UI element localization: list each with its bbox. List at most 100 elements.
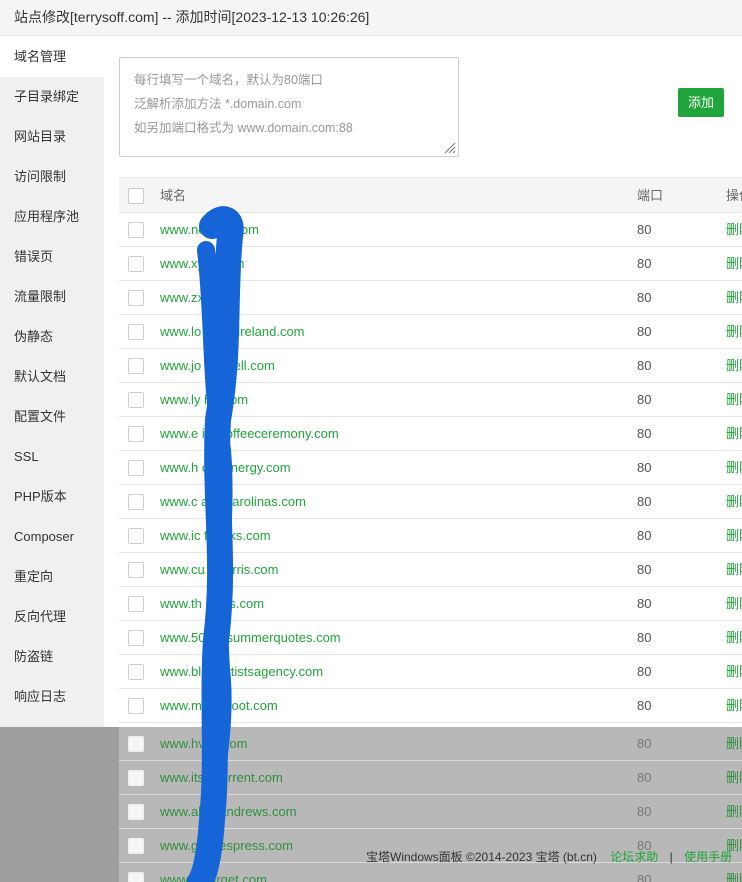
- delete-link[interactable]: 删除: [726, 519, 742, 553]
- resize-grip-icon[interactable]: [444, 142, 456, 154]
- domain-link: www.hv or.com: [160, 736, 248, 751]
- delete-link: 删除: [726, 804, 742, 819]
- row-checkbox[interactable]: [128, 698, 144, 714]
- row-checkbox[interactable]: [128, 494, 144, 510]
- delete-link: 删除: [726, 872, 742, 882]
- table-row: www.zx com 80 删除: [119, 281, 742, 315]
- select-all-checkbox[interactable]: [128, 188, 144, 204]
- domain-link: www.gi onespress.com: [160, 838, 293, 853]
- delete-link[interactable]: 删除: [726, 349, 742, 383]
- table-row: www.ab standrews.com 80 删除: [119, 795, 742, 829]
- table-row: www.bl irdartistsagency.com 80 删除: [119, 655, 742, 689]
- domain-link[interactable]: www.ic fbanks.com: [160, 519, 271, 553]
- forum-help-link[interactable]: 论坛求助: [610, 850, 658, 864]
- domain-management-panel: 每行填写一个域名，默认为80端口 泛解析添加方法 *.domain.com 如另…: [104, 37, 742, 727]
- domain-link: www.its kcurrent.com: [160, 770, 283, 785]
- domain-link[interactable]: www.ly hill.com: [160, 383, 248, 417]
- footer-copyright: 宝塔Windows面板 ©2014-2023 宝塔 (bt.cn): [366, 850, 597, 864]
- sidebar-item-access-restriction[interactable]: 访问限制: [0, 157, 104, 197]
- domain-link[interactable]: www.zx com: [160, 281, 232, 315]
- sidebar-item-response-log[interactable]: 响应日志: [0, 677, 104, 717]
- port-value: 80: [637, 358, 652, 373]
- row-checkbox[interactable]: [128, 528, 144, 544]
- port-value: 80: [637, 872, 652, 882]
- table-row: www.ic fbanks.com 80 删除: [119, 519, 742, 553]
- table-row: www.ly hill.com 80 删除: [119, 383, 742, 417]
- domain-link: www.xr target.com: [160, 872, 267, 882]
- domain-link[interactable]: www.bl irdartistsagency.com: [160, 655, 323, 689]
- domain-link[interactable]: www.e iancoffeeceremony.com: [160, 417, 339, 451]
- delete-link[interactable]: 删除: [726, 621, 742, 655]
- row-checkbox[interactable]: [128, 664, 144, 680]
- row-checkbox[interactable]: [128, 324, 144, 340]
- sidebar-item-rewrite[interactable]: 伪静态: [0, 317, 104, 357]
- row-checkbox[interactable]: [128, 222, 144, 238]
- table-row: www.cu wharris.com 80 删除: [119, 553, 742, 587]
- sidebar-item-error-pages[interactable]: 错误页: [0, 237, 104, 277]
- domain-link[interactable]: www.50 sofsummerquotes.com: [160, 621, 341, 655]
- sidebar-item-config-file[interactable]: 配置文件: [0, 397, 104, 437]
- row-checkbox: [128, 770, 144, 786]
- sidebar-item-app-pool[interactable]: 应用程序池: [0, 197, 104, 237]
- delete-link[interactable]: 删除: [726, 281, 742, 315]
- domain-link[interactable]: www.cu wharris.com: [160, 553, 278, 587]
- domain-link[interactable]: www.h olarenergy.com: [160, 451, 291, 485]
- footer-separator: |: [669, 850, 673, 864]
- domain-link[interactable]: www.xy w.com: [160, 247, 245, 281]
- row-checkbox[interactable]: [128, 596, 144, 612]
- delete-link[interactable]: 删除: [726, 247, 742, 281]
- sidebar-item-domain-management[interactable]: 域名管理: [0, 37, 104, 77]
- port-value: 80: [637, 630, 652, 645]
- sidebar-item-redirect[interactable]: 重定向: [0, 557, 104, 597]
- delete-link[interactable]: 删除: [726, 417, 742, 451]
- port-value: 80: [637, 460, 652, 475]
- delete-link[interactable]: 删除: [726, 451, 742, 485]
- domain-link[interactable]: www.jo marcell.com: [160, 349, 275, 383]
- placeholder-line: 每行填写一个域名，默认为80端口: [134, 73, 323, 87]
- row-checkbox: [128, 736, 144, 752]
- row-checkbox[interactable]: [128, 392, 144, 408]
- row-checkbox[interactable]: [128, 630, 144, 646]
- sidebar-item-site-directory[interactable]: 网站目录: [0, 117, 104, 157]
- sidebar-item-composer[interactable]: Composer: [0, 517, 104, 557]
- domain-link[interactable]: www.th efiles.com: [160, 587, 264, 621]
- port-value: 80: [637, 222, 652, 237]
- port-value: 80: [637, 426, 652, 441]
- sidebar-item-subdirectory-binding[interactable]: 子目录绑定: [0, 77, 104, 117]
- table-row: www.ne nnd.com 80 删除: [119, 213, 742, 247]
- table-row: www.jo marcell.com 80 删除: [119, 349, 742, 383]
- delete-link[interactable]: 删除: [726, 553, 742, 587]
- table-row: www.e iancoffeeceremony.com 80 删除: [119, 417, 742, 451]
- delete-link[interactable]: 删除: [726, 383, 742, 417]
- row-checkbox[interactable]: [128, 290, 144, 306]
- table-row: www.50 sofsummerquotes.com 80 删除: [119, 621, 742, 655]
- delete-link[interactable]: 删除: [726, 213, 742, 247]
- delete-link[interactable]: 删除: [726, 655, 742, 689]
- sidebar-item-traffic-limit[interactable]: 流量限制: [0, 277, 104, 317]
- sidebar-item-php-version[interactable]: PHP版本: [0, 477, 104, 517]
- row-checkbox[interactable]: [128, 460, 144, 476]
- column-header-domain: 域名: [160, 188, 187, 203]
- domain-textarea[interactable]: 每行填写一个域名，默认为80端口 泛解析添加方法 *.domain.com 如另…: [119, 57, 459, 157]
- user-manual-link[interactable]: 使用手册: [684, 850, 732, 864]
- sidebar-item-ssl[interactable]: SSL: [0, 437, 104, 477]
- row-checkbox: [128, 804, 144, 820]
- domain-link[interactable]: www.m eanroot.com: [160, 689, 278, 723]
- sidebar-item-reverse-proxy[interactable]: 反向代理: [0, 597, 104, 637]
- row-checkbox[interactable]: [128, 358, 144, 374]
- add-domain-button[interactable]: 添加: [678, 88, 724, 117]
- port-value: 80: [637, 698, 652, 713]
- delete-link[interactable]: 删除: [726, 689, 742, 723]
- domain-link[interactable]: www.lo erapyireland.com: [160, 315, 305, 349]
- delete-link[interactable]: 删除: [726, 485, 742, 519]
- domain-link[interactable]: www.c aigncarolinas.com: [160, 485, 306, 519]
- column-header-operation: 操作: [726, 188, 742, 203]
- sidebar-item-hotlink-protection[interactable]: 防盗链: [0, 637, 104, 677]
- delete-link[interactable]: 删除: [726, 587, 742, 621]
- domain-link[interactable]: www.ne nnd.com: [160, 213, 259, 247]
- sidebar-item-default-document[interactable]: 默认文档: [0, 357, 104, 397]
- row-checkbox[interactable]: [128, 562, 144, 578]
- delete-link[interactable]: 删除: [726, 315, 742, 349]
- row-checkbox[interactable]: [128, 426, 144, 442]
- row-checkbox[interactable]: [128, 256, 144, 272]
